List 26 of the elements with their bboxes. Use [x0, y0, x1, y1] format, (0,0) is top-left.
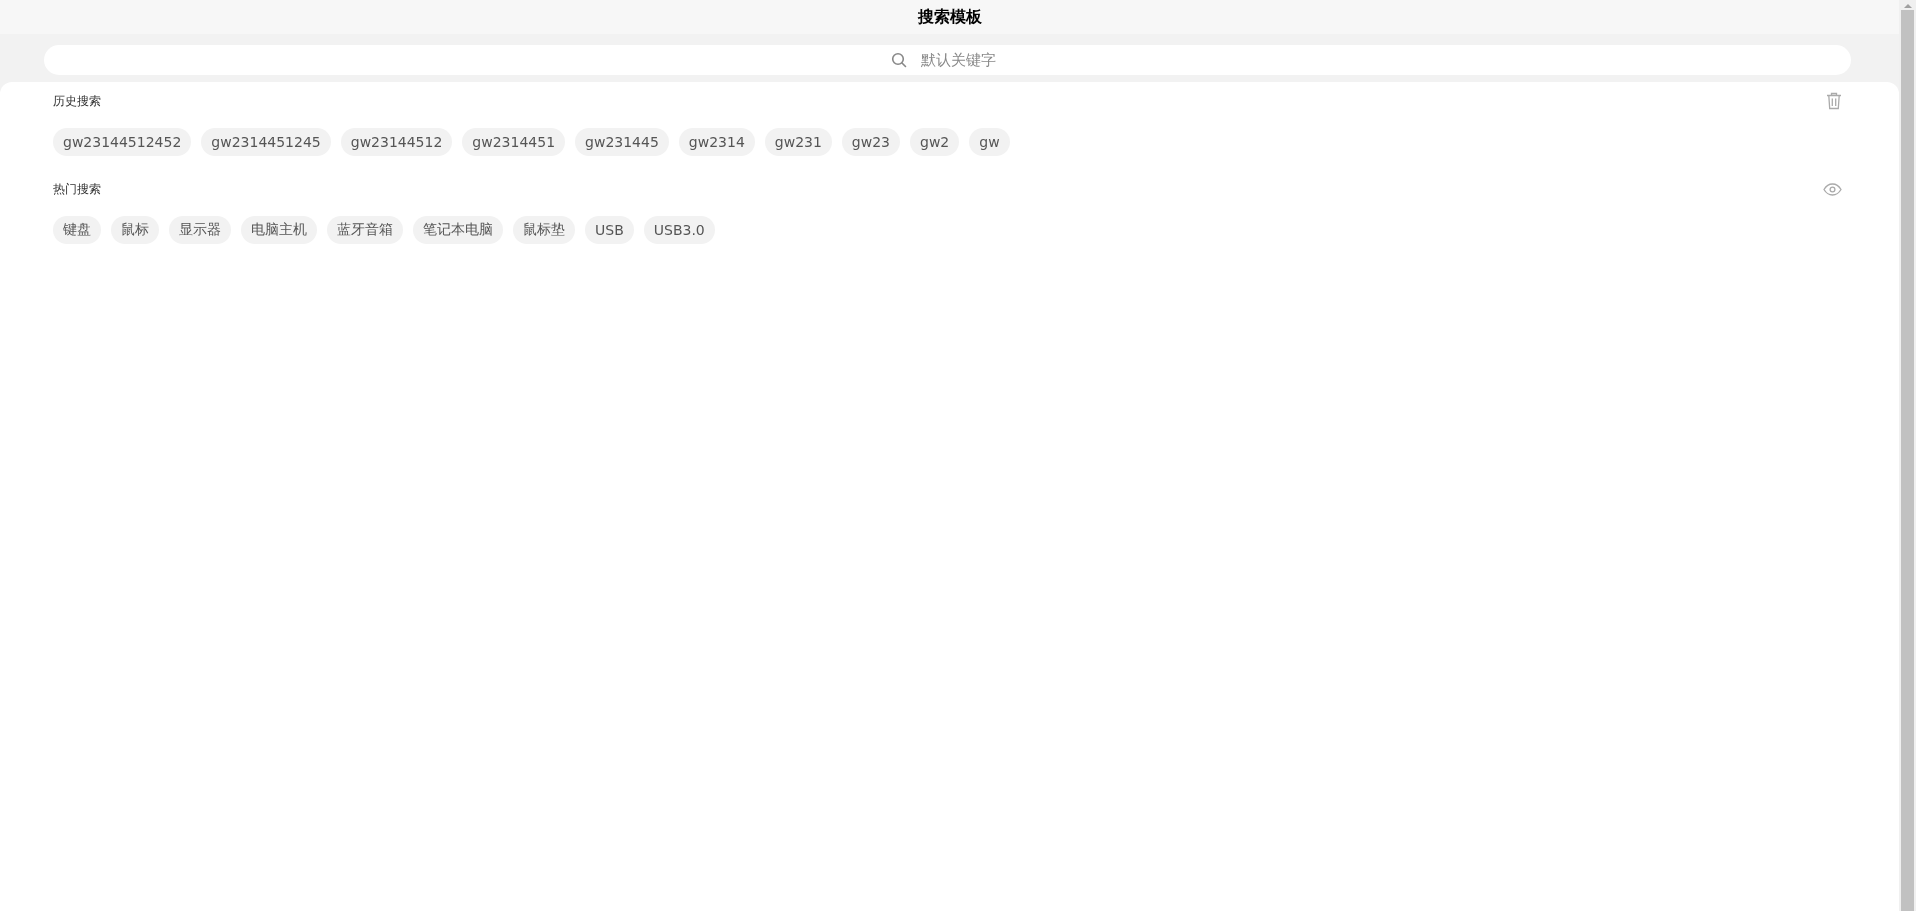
section-title: 历史搜索 [53, 92, 101, 110]
search-tag[interactable]: gw231445 [575, 128, 669, 156]
trash-icon[interactable] [1826, 92, 1842, 110]
search-tag[interactable]: gw2314451 [462, 128, 566, 156]
search-tag[interactable]: 电脑主机 [241, 216, 317, 244]
search-tag[interactable]: gw2 [910, 128, 960, 156]
search-tag[interactable]: 笔记本电脑 [413, 216, 503, 244]
eye-icon[interactable] [1823, 182, 1842, 196]
search-tag[interactable]: 显示器 [169, 216, 231, 244]
search-tag[interactable]: gw2314 [678, 128, 755, 156]
search-tag[interactable]: gw231 [764, 128, 832, 156]
search-tag[interactable]: gw23144512452 [53, 128, 192, 156]
search-tag[interactable]: USB3.0 [643, 216, 715, 244]
search-tag[interactable]: 鼠标 [111, 216, 159, 244]
search-tag[interactable]: 鼠标垫 [513, 216, 575, 244]
page-title: 搜索模板 [917, 6, 982, 28]
search-tag[interactable]: gw [969, 128, 1010, 156]
search-tag[interactable]: gw23144512 [340, 128, 453, 156]
scrollbar-thumb[interactable] [1901, 10, 1914, 911]
search-tag[interactable]: USB [585, 216, 634, 244]
search-field[interactable]: 默认关键字 [44, 45, 1851, 75]
search-tag[interactable]: 蓝牙音箱 [327, 216, 403, 244]
section-title: 热门搜索 [53, 180, 101, 198]
search-tag[interactable]: gw2314451245 [201, 128, 331, 156]
search-tag[interactable]: 键盘 [53, 216, 101, 244]
search-tag[interactable]: gw23 [841, 128, 900, 156]
